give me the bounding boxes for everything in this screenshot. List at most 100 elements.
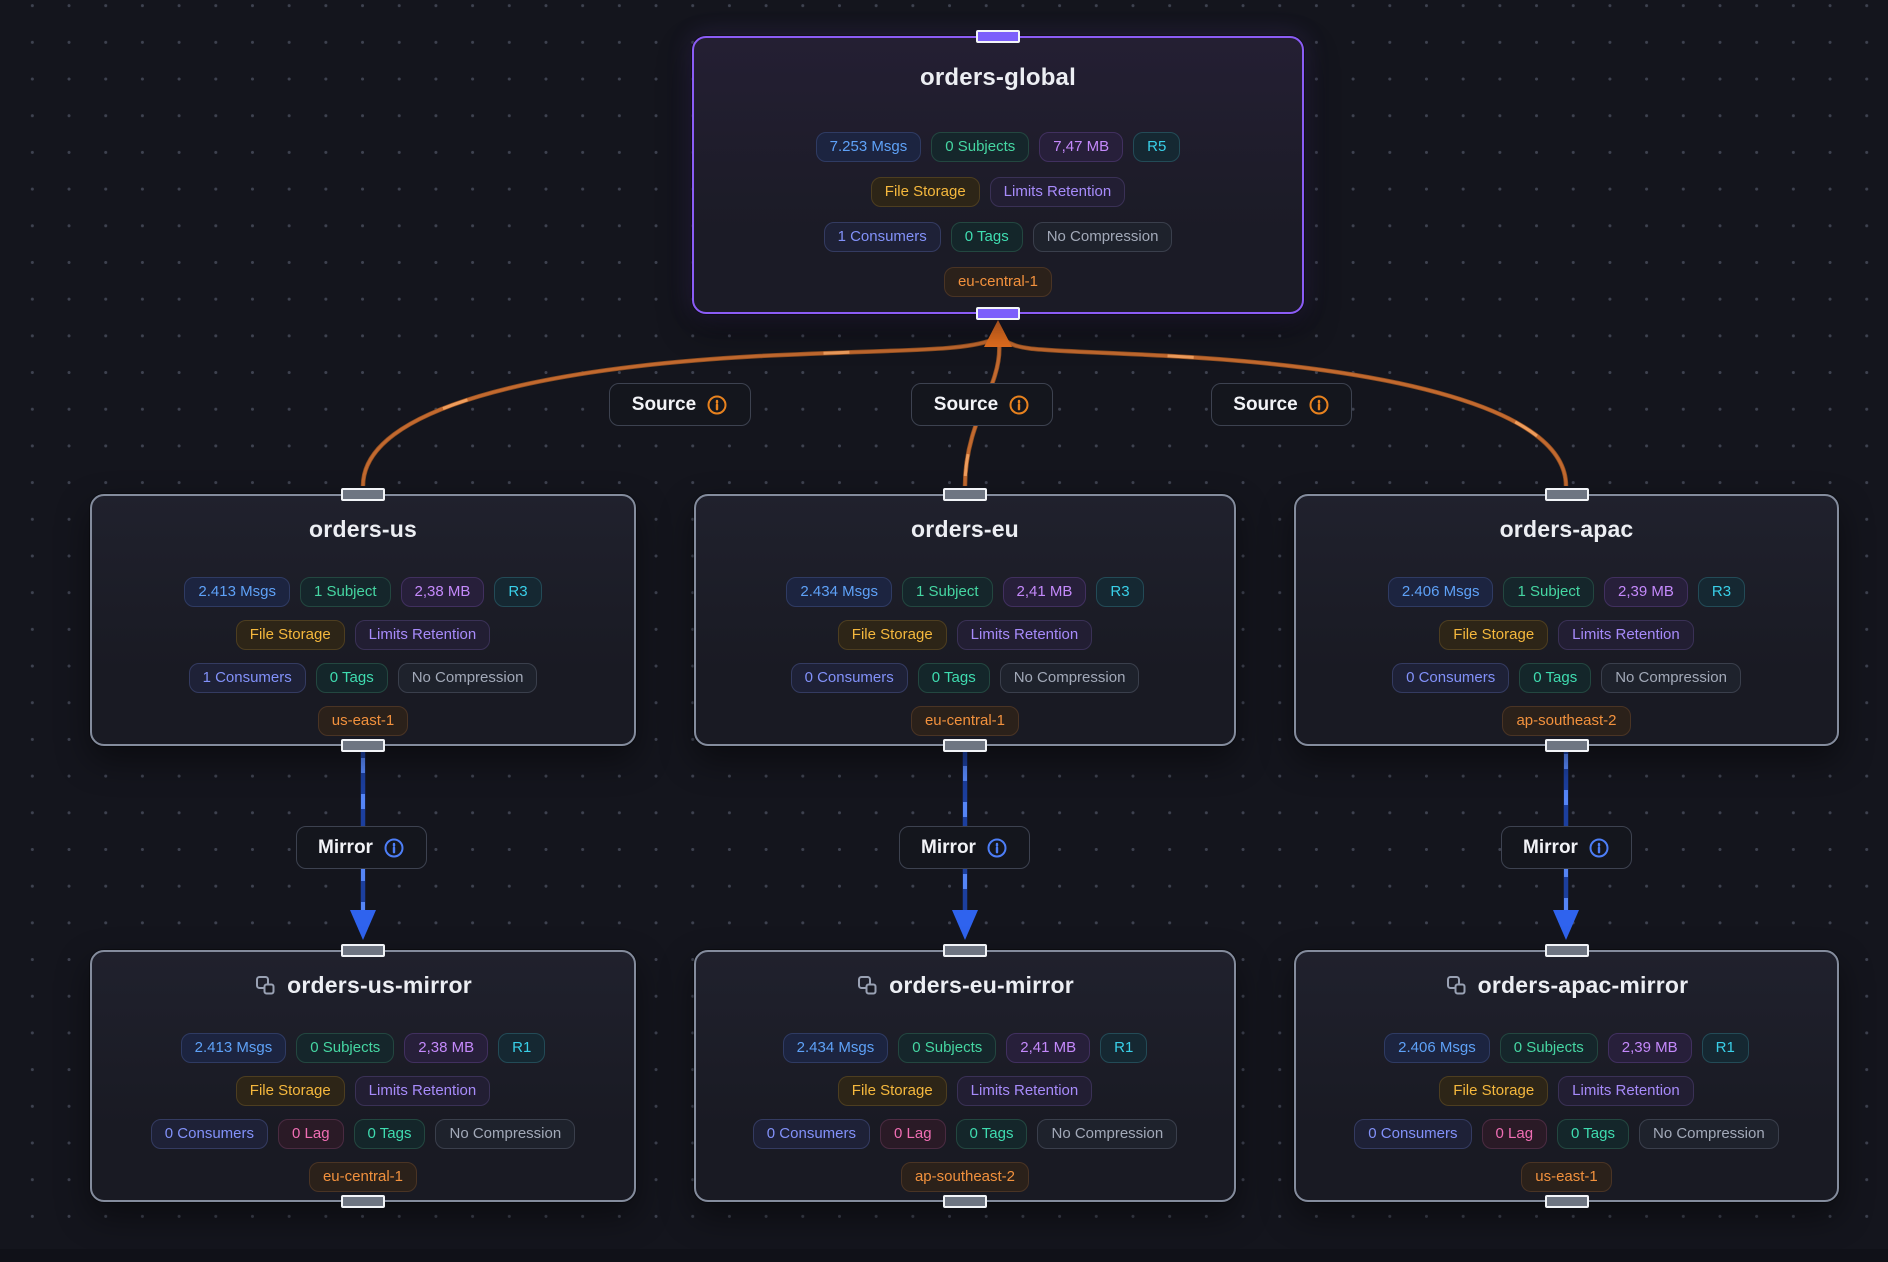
badge-compression: No Compression [435, 1119, 575, 1149]
badge-storage: File Storage [1439, 1076, 1548, 1106]
badge-region: ap-southeast-2 [901, 1162, 1029, 1192]
badge-storage: File Storage [838, 1076, 947, 1106]
badge-mb: 2,38 MB [401, 577, 485, 607]
edge-label-text: Source [632, 394, 696, 416]
stream-node-orders-apac[interactable]: orders-apac 2.406 Msgs1 Subject2,39 MBR3… [1294, 494, 1839, 746]
stream-node-orders-eu[interactable]: orders-eu 2.434 Msgs1 Subject2,41 MBR3Fi… [694, 494, 1236, 746]
badge-rows: 2.406 Msgs1 Subject2,39 MBR3File Storage… [1388, 577, 1745, 736]
badge-row: us-east-1 [1521, 1162, 1612, 1192]
badge-row: 2.413 Msgs0 Subjects2,38 MBR1 [181, 1033, 546, 1063]
info-icon[interactable] [1308, 394, 1330, 416]
info-icon[interactable] [706, 394, 728, 416]
badge-tags: 0 Tags [354, 1119, 426, 1149]
connection-handle-bottom[interactable] [1545, 1195, 1589, 1208]
node-title: orders-us [309, 516, 417, 543]
edge-label-source-right[interactable]: Source [1211, 383, 1352, 426]
connection-handle-bottom[interactable] [341, 1195, 385, 1208]
connection-handle-bottom[interactable] [976, 307, 1020, 320]
badge-consumers: 0 Consumers [753, 1119, 870, 1149]
node-title: orders-eu-mirror [856, 972, 1074, 999]
badge-region: ap-southeast-2 [1502, 706, 1630, 736]
connection-handle-top[interactable] [1545, 488, 1589, 501]
badge-subjects: 0 Subjects [296, 1033, 394, 1063]
mirror-arrowhead-middle [952, 910, 978, 940]
info-icon[interactable] [383, 837, 405, 859]
badge-consumers: 0 Consumers [791, 663, 908, 693]
edge-label-mirror-left[interactable]: Mirror [296, 826, 427, 869]
badge-rows: 2.413 Msgs0 Subjects2,38 MBR1File Storag… [151, 1033, 575, 1192]
badge-row: 0 Consumers0 TagsNo Compression [791, 663, 1140, 693]
connection-handle-bottom[interactable] [943, 1195, 987, 1208]
stream-node-orders-eu-mirror[interactable]: orders-eu-mirror 2.434 Msgs0 Subjects2,4… [694, 950, 1236, 1202]
badge-row: 2.434 Msgs1 Subject2,41 MBR3 [786, 577, 1143, 607]
info-icon[interactable] [986, 837, 1008, 859]
badge-mb: 7,47 MB [1039, 132, 1123, 162]
badge-retention: Limits Retention [355, 1076, 491, 1106]
badge-replicas: R1 [498, 1033, 545, 1063]
badge-replicas: R5 [1133, 132, 1180, 162]
edge-label-text: Source [934, 394, 998, 416]
stream-node-orders-apac-mirror[interactable]: orders-apac-mirror 2.406 Msgs0 Subjects2… [1294, 950, 1839, 1202]
badge-consumers: 0 Consumers [151, 1119, 268, 1149]
connection-handle-top[interactable] [1545, 944, 1589, 957]
connection-handle-bottom[interactable] [1545, 739, 1589, 752]
badge-region: us-east-1 [318, 706, 409, 736]
edge-label-text: Source [1233, 394, 1297, 416]
badge-rows: 2.406 Msgs0 Subjects2,39 MBR1File Storag… [1354, 1033, 1778, 1192]
badge-row: us-east-1 [318, 706, 409, 736]
mirror-icon [254, 974, 277, 997]
stream-node-orders-us-mirror[interactable]: orders-us-mirror 2.413 Msgs0 Subjects2,3… [90, 950, 636, 1202]
badge-replicas: R1 [1702, 1033, 1749, 1063]
badge-row: 0 Consumers 0 Lag 0 Tags No Compression [151, 1119, 575, 1149]
badge-row: File StorageLimits Retention [1439, 620, 1693, 650]
connection-handle-top[interactable] [341, 944, 385, 957]
node-title: orders-apac-mirror [1445, 972, 1689, 999]
badge-retention: Limits Retention [957, 620, 1093, 650]
badge-row: 0 Consumers0 Lag0 TagsNo Compression [1354, 1119, 1778, 1149]
edge-label-source-left[interactable]: Source [609, 383, 751, 426]
badge-row: eu-central-1 [309, 1162, 417, 1192]
badge-row: File Storage Limits Retention [236, 620, 490, 650]
badge-tags: 0 Tags [1557, 1119, 1629, 1149]
graph-canvas[interactable]: Source Source Source Mirror Mirror [0, 0, 1888, 1262]
info-icon[interactable] [1008, 394, 1030, 416]
badge-row: ap-southeast-2 [1502, 706, 1630, 736]
connection-handle-bottom[interactable] [943, 739, 987, 752]
badge-lag: 0 Lag [1482, 1119, 1548, 1149]
mirror-icon [856, 974, 879, 997]
badge-mb: 2,39 MB [1604, 577, 1688, 607]
stream-node-orders-us[interactable]: orders-us 2.413 Msgs1 Subject2,38 MBR3Fi… [90, 494, 636, 746]
connection-handle-top[interactable] [943, 488, 987, 501]
stream-node-orders-global[interactable]: orders-global 7.253 Msgs0 Subjects7,47 M… [692, 36, 1304, 314]
badge-storage: File Storage [236, 620, 345, 650]
badge-consumers: 1 Consumers [189, 663, 306, 693]
badge-row: 7.253 Msgs0 Subjects7,47 MBR5 [816, 132, 1181, 162]
badge-region: eu-central-1 [944, 267, 1052, 297]
connection-handle-bottom[interactable] [341, 739, 385, 752]
badge-compression: No Compression [1000, 663, 1140, 693]
info-icon[interactable] [1588, 837, 1610, 859]
badge-msgs: 2.434 Msgs [786, 577, 892, 607]
connection-handle-top[interactable] [341, 488, 385, 501]
connection-handle-top[interactable] [943, 944, 987, 957]
badge-storage: File Storage [838, 620, 947, 650]
badge-region: eu-central-1 [911, 706, 1019, 736]
badge-subjects: 1 Subject [1503, 577, 1594, 607]
badge-tags: 0 Tags [951, 222, 1023, 252]
badge-subjects: 0 Subjects [1500, 1033, 1598, 1063]
badge-msgs: 2.406 Msgs [1384, 1033, 1490, 1063]
badge-retention: Limits Retention [355, 620, 491, 650]
badge-row: File Storage Limits Retention [838, 1076, 1092, 1106]
badge-row: 0 Consumers0 Lag0 TagsNo Compression [753, 1119, 1177, 1149]
edge-label-mirror-right[interactable]: Mirror [1501, 826, 1632, 869]
edge-label-mirror-middle[interactable]: Mirror [899, 826, 1030, 869]
badge-retention: Limits Retention [957, 1076, 1093, 1106]
badge-row: ap-southeast-2 [901, 1162, 1029, 1192]
connection-handle-top[interactable] [976, 30, 1020, 43]
badge-rows: 2.434 Msgs1 Subject2,41 MBR3 File Storage… [786, 577, 1143, 736]
badge-consumers: 0 Consumers [1354, 1119, 1471, 1149]
badge-lag: 0 Lag [278, 1119, 344, 1149]
badge-rows: 2.434 Msgs0 Subjects2,41 MBR1File Storag… [753, 1033, 1177, 1192]
badge-row: File StorageLimits Retention [871, 177, 1125, 207]
edge-label-source-middle[interactable]: Source [911, 383, 1053, 426]
